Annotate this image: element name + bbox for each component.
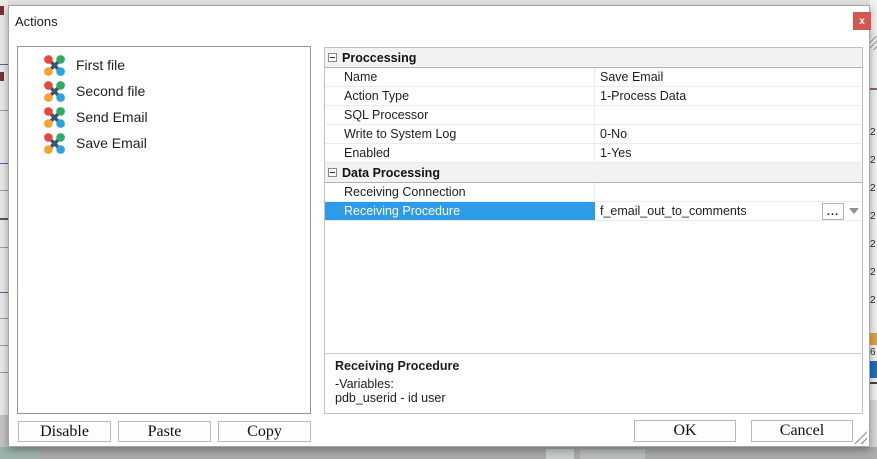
property-label: Enabled: [344, 146, 390, 160]
action-shuffle-icon: [44, 81, 65, 102]
list-item-first-file[interactable]: First file: [18, 52, 310, 78]
property-value: 1-Process Data: [600, 89, 686, 103]
property-row-action-type[interactable]: Action Type 1-Process Data: [325, 87, 862, 106]
property-label: Write to System Log: [344, 127, 456, 141]
background-artifact: 2: [870, 240, 877, 250]
list-item-label: Second file: [76, 83, 145, 99]
section-title: Proccessing: [342, 51, 416, 65]
background-artifact: [0, 318, 8, 319]
background-artifact: [0, 110, 8, 111]
background-artifact: 2: [870, 128, 877, 138]
background-artifact: [0, 292, 8, 293]
action-shuffle-icon: [44, 55, 65, 76]
background-artifact: 2: [870, 268, 877, 278]
paste-button[interactable]: Paste: [118, 421, 211, 442]
list-item-save-email[interactable]: Save Email: [18, 130, 310, 156]
section-title: Data Processing: [342, 166, 440, 180]
list-item-label: First file: [76, 57, 125, 73]
collapse-icon[interactable]: [328, 53, 337, 62]
grid-empty-area: [325, 221, 862, 353]
background-artifact: [0, 6, 4, 15]
section-header-data-processing[interactable]: Data Processing: [325, 163, 862, 183]
action-shuffle-icon: [44, 133, 65, 154]
section-header-proccessing[interactable]: Proccessing: [325, 48, 862, 68]
description-line: pdb_userid - id user: [335, 391, 852, 405]
background-artifact: [0, 447, 40, 459]
dialog-title: Actions: [15, 14, 58, 29]
background-artifact: [0, 218, 8, 220]
background-artifact: [546, 449, 574, 459]
cancel-button[interactable]: Cancel: [751, 420, 853, 442]
resize-grip[interactable]: [854, 431, 867, 444]
background-artifact: 2: [870, 296, 877, 306]
copy-button[interactable]: Copy: [218, 421, 311, 442]
background-artifact: [870, 361, 877, 378]
actions-dialog: Actions x First file Second file Send Em…: [8, 5, 870, 447]
property-value: Save Email: [600, 70, 663, 84]
background-artifact: [0, 247, 8, 248]
property-value: f_email_out_to_comments: [600, 204, 747, 218]
close-icon: x: [859, 16, 865, 27]
property-value: 1-Yes: [600, 146, 632, 160]
background-artifact: [870, 382, 877, 384]
property-description-panel: Receiving Procedure -Variables: pdb_user…: [325, 353, 862, 413]
background-artifact: [580, 449, 645, 459]
background-artifact: [0, 163, 8, 164]
background-artifact: [0, 345, 8, 346]
background-artifact: 6: [870, 348, 877, 358]
action-shuffle-icon: [44, 107, 65, 128]
background-artifact: 2: [870, 212, 877, 222]
description-title: Receiving Procedure: [335, 359, 852, 373]
background-right-strip: 2 2 2 2 2 2 2 6: [870, 0, 877, 459]
background-artifact: [870, 333, 877, 345]
property-label: Receiving Connection: [344, 185, 466, 199]
background-artifact: 2: [870, 156, 877, 166]
list-item-send-email[interactable]: Send Email: [18, 104, 310, 130]
background-artifact: [870, 88, 877, 90]
property-row-sql-processor[interactable]: SQL Processor: [325, 106, 862, 125]
property-grid: Proccessing Name Save Email Action Type …: [324, 47, 863, 414]
background-artifact: [0, 64, 8, 65]
property-row-write-to-system-log[interactable]: Write to System Log 0-No: [325, 125, 862, 144]
property-label: Name: [344, 70, 377, 84]
background-artifact: [0, 190, 8, 191]
property-row-receiving-connection[interactable]: Receiving Connection: [325, 183, 862, 202]
background-artifact: 2: [870, 184, 877, 194]
browse-ellipsis-button[interactable]: ...: [822, 203, 844, 220]
disable-button[interactable]: Disable: [18, 421, 111, 442]
description-line: -Variables:: [335, 377, 852, 391]
property-row-name[interactable]: Name Save Email: [325, 68, 862, 87]
property-label: Action Type: [344, 89, 409, 103]
background-artifact: [870, 36, 877, 50]
property-row-enabled[interactable]: Enabled 1-Yes: [325, 144, 862, 163]
property-label: Receiving Procedure: [344, 204, 460, 218]
list-item-label: Send Email: [76, 109, 148, 125]
action-list[interactable]: First file Second file Send Email Save E…: [17, 46, 311, 414]
background-artifact: [0, 72, 4, 81]
background-bottom-strip: [0, 447, 877, 459]
background-artifact: [0, 372, 8, 373]
property-row-receiving-procedure[interactable]: Receiving Procedure f_email_out_to_comme…: [325, 202, 862, 221]
list-item-label: Save Email: [76, 135, 147, 151]
background-left-strip: [0, 0, 8, 459]
property-value: 0-No: [600, 127, 627, 141]
property-label: SQL Processor: [344, 108, 428, 122]
ok-button[interactable]: OK: [634, 420, 736, 442]
list-item-second-file[interactable]: Second file: [18, 78, 310, 104]
dropdown-arrow-icon[interactable]: [849, 208, 859, 214]
close-button[interactable]: x: [853, 12, 871, 30]
collapse-icon[interactable]: [328, 168, 337, 177]
